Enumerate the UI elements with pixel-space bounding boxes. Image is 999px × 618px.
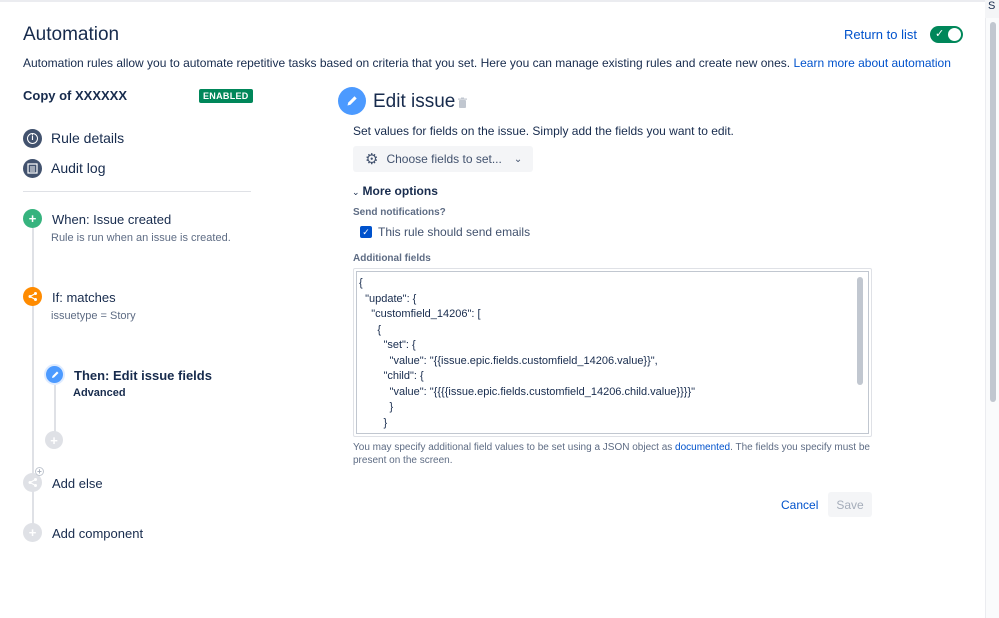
editor-description: Set values for fields on the issue. Simp… (353, 124, 734, 138)
action-edit-icon[interactable] (44, 364, 65, 385)
additional-fields-label: Additional fields (353, 253, 431, 264)
additional-fields-editor[interactable]: { "update": { "customfield_14206": [ { "… (353, 268, 872, 437)
add-else-label[interactable]: Add else (52, 476, 103, 491)
gear-icon: ⚙ (365, 151, 379, 168)
cancel-button[interactable]: Cancel (775, 493, 824, 517)
help-text: You may specify additional field values … (353, 441, 872, 467)
learn-more-link[interactable]: Learn more about automation (793, 56, 950, 70)
page-scrollbar-thumb[interactable] (990, 22, 996, 402)
help-text-prefix: You may specify additional field values … (353, 442, 673, 453)
json-code[interactable]: { "update": { "customfield_14206": [ { "… (359, 276, 695, 431)
chevron-down-icon: ⌄ (352, 187, 360, 197)
toggle-knob (948, 28, 961, 41)
condition-branch-icon[interactable] (23, 287, 42, 306)
page-title: Automation (23, 24, 120, 45)
code-line: } (359, 401, 394, 413)
documented-link[interactable]: documented (675, 442, 730, 453)
add-else-small-plus-icon: + (35, 467, 44, 476)
trigger-subtitle: Rule is run when an issue is created. (51, 232, 231, 244)
send-emails-label[interactable]: This rule should send emails (378, 225, 530, 239)
condition-title[interactable]: If: matches (52, 290, 116, 305)
code-line: "value": "{{{{issue.epic.fields.customfi… (359, 385, 696, 398)
condition-subtitle: issuetype = Story (51, 310, 136, 322)
trigger-plus-icon[interactable]: + (23, 209, 42, 228)
top-border (0, 0, 985, 2)
code-line: "set": { (359, 339, 416, 351)
code-line: { (359, 277, 363, 289)
send-emails-checkbox[interactable]: ✓ (360, 226, 372, 238)
choose-fields-dropdown[interactable]: ⚙ Choose fields to set... ⌄ (353, 146, 533, 172)
code-line: "customfield_14206": [ (359, 308, 481, 320)
code-line: { (359, 323, 382, 336)
check-icon: ✓ (935, 28, 945, 40)
page-scrollbar[interactable] (985, 0, 999, 618)
add-component-label[interactable]: Add component (52, 526, 143, 541)
more-options-label: More options (362, 184, 438, 198)
save-button[interactable]: Save (828, 492, 872, 517)
code-line: "child": { (359, 370, 424, 382)
add-component-plus-icon[interactable]: + (23, 523, 42, 542)
sidebar-item-label: Audit log (51, 160, 106, 176)
return-to-list-link[interactable]: Return to list (844, 27, 917, 42)
add-action-plus-icon[interactable]: + (45, 431, 63, 449)
trash-icon[interactable] (457, 96, 468, 108)
corner-tab[interactable]: S (985, 0, 999, 18)
rule-enabled-toggle[interactable]: ✓ (930, 26, 963, 43)
more-options-toggle[interactable]: ⌄ More options (352, 184, 438, 198)
action-title[interactable]: Then: Edit issue fields (74, 368, 212, 383)
code-line: "update": { (359, 292, 417, 305)
page-description: Automation rules allow you to automate r… (23, 56, 951, 70)
choose-fields-label: Choose fields to set... (386, 152, 502, 166)
sidebar-item-label: Rule details (51, 130, 125, 146)
editor-scrollbar[interactable] (857, 277, 863, 385)
chevron-down-icon: ⌄ (513, 153, 523, 165)
action-subtitle: Advanced (73, 387, 126, 399)
sidebar-item-audit-log[interactable]: Audit log (23, 158, 105, 178)
edit-issue-icon (338, 87, 366, 115)
editor-title: Edit issue (373, 91, 456, 112)
rule-name: Copy of XXXXXX (23, 88, 128, 103)
send-notifications-label: Send notifications? (353, 207, 446, 218)
page-description-text: Automation rules allow you to automate r… (23, 56, 791, 70)
code-line: "value": "{{issue.epic.fields.customfiel… (359, 354, 658, 367)
info-icon: i (23, 128, 42, 148)
sidebar-divider (23, 191, 251, 192)
code-line: } (359, 416, 388, 429)
status-badge: ENABLED (199, 89, 253, 103)
list-icon (23, 158, 42, 178)
sidebar-item-rule-details[interactable]: i Rule details (23, 128, 124, 148)
trigger-title[interactable]: When: Issue created (52, 212, 171, 227)
